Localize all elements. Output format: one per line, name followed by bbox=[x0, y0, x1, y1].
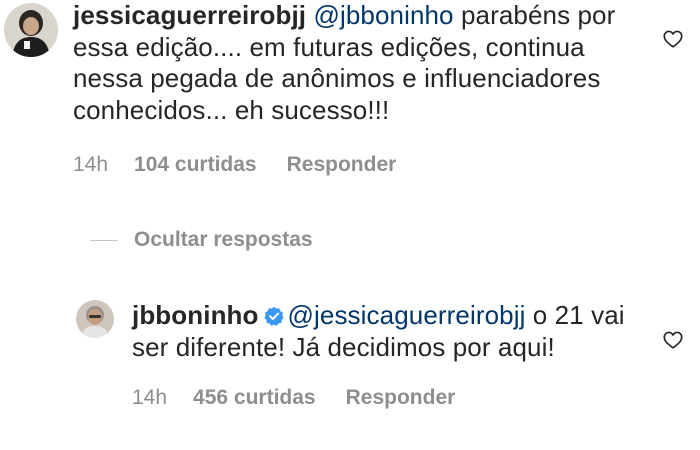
comment-1-meta: 14h 104 curtidas Responder bbox=[73, 153, 396, 177]
comment-1-mention[interactable]: @jbboninho bbox=[313, 0, 453, 30]
hide-replies-divider bbox=[90, 239, 118, 241]
avatar-jessicaguerreirobjj[interactable] bbox=[4, 3, 58, 57]
comment-1-text: jessicaguerreirobjj @jbboninho parabéns … bbox=[73, 0, 633, 126]
comment-1-username[interactable]: jessicaguerreirobjj bbox=[73, 0, 306, 30]
comment-2-text: jbboninho @jessicaguerreirobjj o 21 vai … bbox=[132, 300, 632, 363]
hide-replies-toggle[interactable]: Ocultar respostas bbox=[90, 228, 313, 252]
heart-outline-icon[interactable] bbox=[662, 28, 684, 50]
hide-replies-label: Ocultar respostas bbox=[134, 228, 313, 251]
comment-2-meta: 14h 456 curtidas Responder bbox=[132, 386, 455, 410]
avatar-jbboninho[interactable] bbox=[76, 300, 114, 338]
comment-1-time: 14h bbox=[73, 153, 109, 176]
comment-2-mention[interactable]: @jessicaguerreirobjj bbox=[288, 300, 526, 330]
comment-1-likes[interactable]: 104 curtidas bbox=[134, 153, 257, 177]
heart-outline-icon[interactable] bbox=[662, 329, 684, 351]
comment-2-time: 14h bbox=[132, 386, 168, 409]
comment-2-username[interactable]: jbboninho bbox=[132, 300, 259, 330]
comment-2-reply-button[interactable]: Responder bbox=[346, 386, 456, 410]
comment-2-likes[interactable]: 456 curtidas bbox=[193, 386, 316, 410]
verified-badge-icon bbox=[263, 306, 284, 326]
comment-1-reply-button[interactable]: Responder bbox=[287, 153, 397, 177]
